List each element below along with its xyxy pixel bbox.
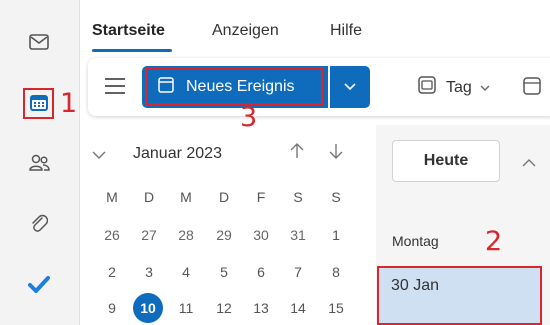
arrow-down-icon[interactable]	[329, 143, 343, 164]
work-week-icon[interactable]	[523, 77, 541, 100]
weekday-header: M	[106, 189, 118, 205]
day-view-icon	[418, 76, 436, 99]
calendar-day[interactable]: 12	[210, 300, 238, 316]
calendar-day[interactable]: 1	[322, 227, 350, 243]
rail-divider	[79, 0, 80, 325]
calendar-day[interactable]: 28	[172, 227, 200, 243]
calendar-day[interactable]: 11	[172, 300, 200, 316]
mail-icon[interactable]	[26, 29, 52, 55]
chevron-down-icon	[344, 83, 356, 91]
calendar-day[interactable]: 6	[247, 264, 275, 280]
date-label: 30 Jan	[391, 277, 440, 294]
annotation-1: 1	[60, 88, 78, 119]
chevron-down-icon	[480, 79, 490, 97]
prev-month-chevron-icon[interactable]	[92, 147, 106, 165]
chevron-up-icon[interactable]	[522, 154, 536, 172]
annotation-3: 3	[240, 102, 258, 133]
weekday-header: F	[256, 189, 266, 205]
mini-calendar-month[interactable]: Januar 2023	[133, 145, 222, 163]
calendar-day[interactable]: 26	[98, 227, 126, 243]
weekday-header: D	[143, 189, 155, 205]
calendar-day[interactable]: 9	[98, 300, 126, 316]
weekday-header: D	[218, 189, 230, 205]
annotation-2: 2	[485, 226, 503, 257]
calendar-day[interactable]: 15	[322, 300, 350, 316]
menu-icon[interactable]	[105, 78, 125, 94]
calendar-day[interactable]: 13	[247, 300, 275, 316]
calendar-day[interactable]: 31	[284, 227, 312, 243]
calendar-day[interactable]: 5	[210, 264, 238, 280]
calendar-day[interactable]: 29	[210, 227, 238, 243]
calendar-day[interactable]: 3	[135, 264, 163, 280]
calendar-day[interactable]: 2	[98, 264, 126, 280]
weekday-header: M	[180, 189, 192, 205]
arrow-up-icon[interactable]	[290, 143, 304, 164]
weekday-header: S	[331, 189, 341, 205]
day-view-selector[interactable]: Tag	[418, 76, 490, 99]
tab-anzeigen[interactable]: Anzeigen	[212, 22, 279, 40]
date-cell-highlight	[377, 266, 542, 325]
calendar-day[interactable]: 14	[284, 300, 312, 316]
calendar-day[interactable]: 7	[284, 264, 312, 280]
calendar-day[interactable]: 27	[135, 227, 163, 243]
calendar-day[interactable]: 8	[322, 264, 350, 280]
weekday-label: Montag	[392, 233, 439, 249]
weekday-header: S	[293, 189, 303, 205]
calendar-day-today[interactable]: 10	[134, 300, 162, 316]
today-button[interactable]: Heute	[392, 140, 500, 182]
new-event-dropdown-button[interactable]	[330, 66, 370, 108]
calendar-day[interactable]: 4	[172, 264, 200, 280]
calendar-icon[interactable]	[26, 90, 52, 116]
active-tab-indicator	[92, 49, 172, 52]
calendar-day[interactable]: 30	[247, 227, 275, 243]
tab-startseite[interactable]: Startseite	[92, 22, 165, 40]
day-view-label: Tag	[446, 78, 472, 96]
attachment-icon[interactable]	[26, 211, 52, 237]
todo-check-icon[interactable]	[26, 271, 52, 297]
new-event-highlight	[145, 67, 323, 105]
people-icon[interactable]	[26, 150, 52, 176]
tab-hilfe[interactable]: Hilfe	[330, 22, 362, 40]
